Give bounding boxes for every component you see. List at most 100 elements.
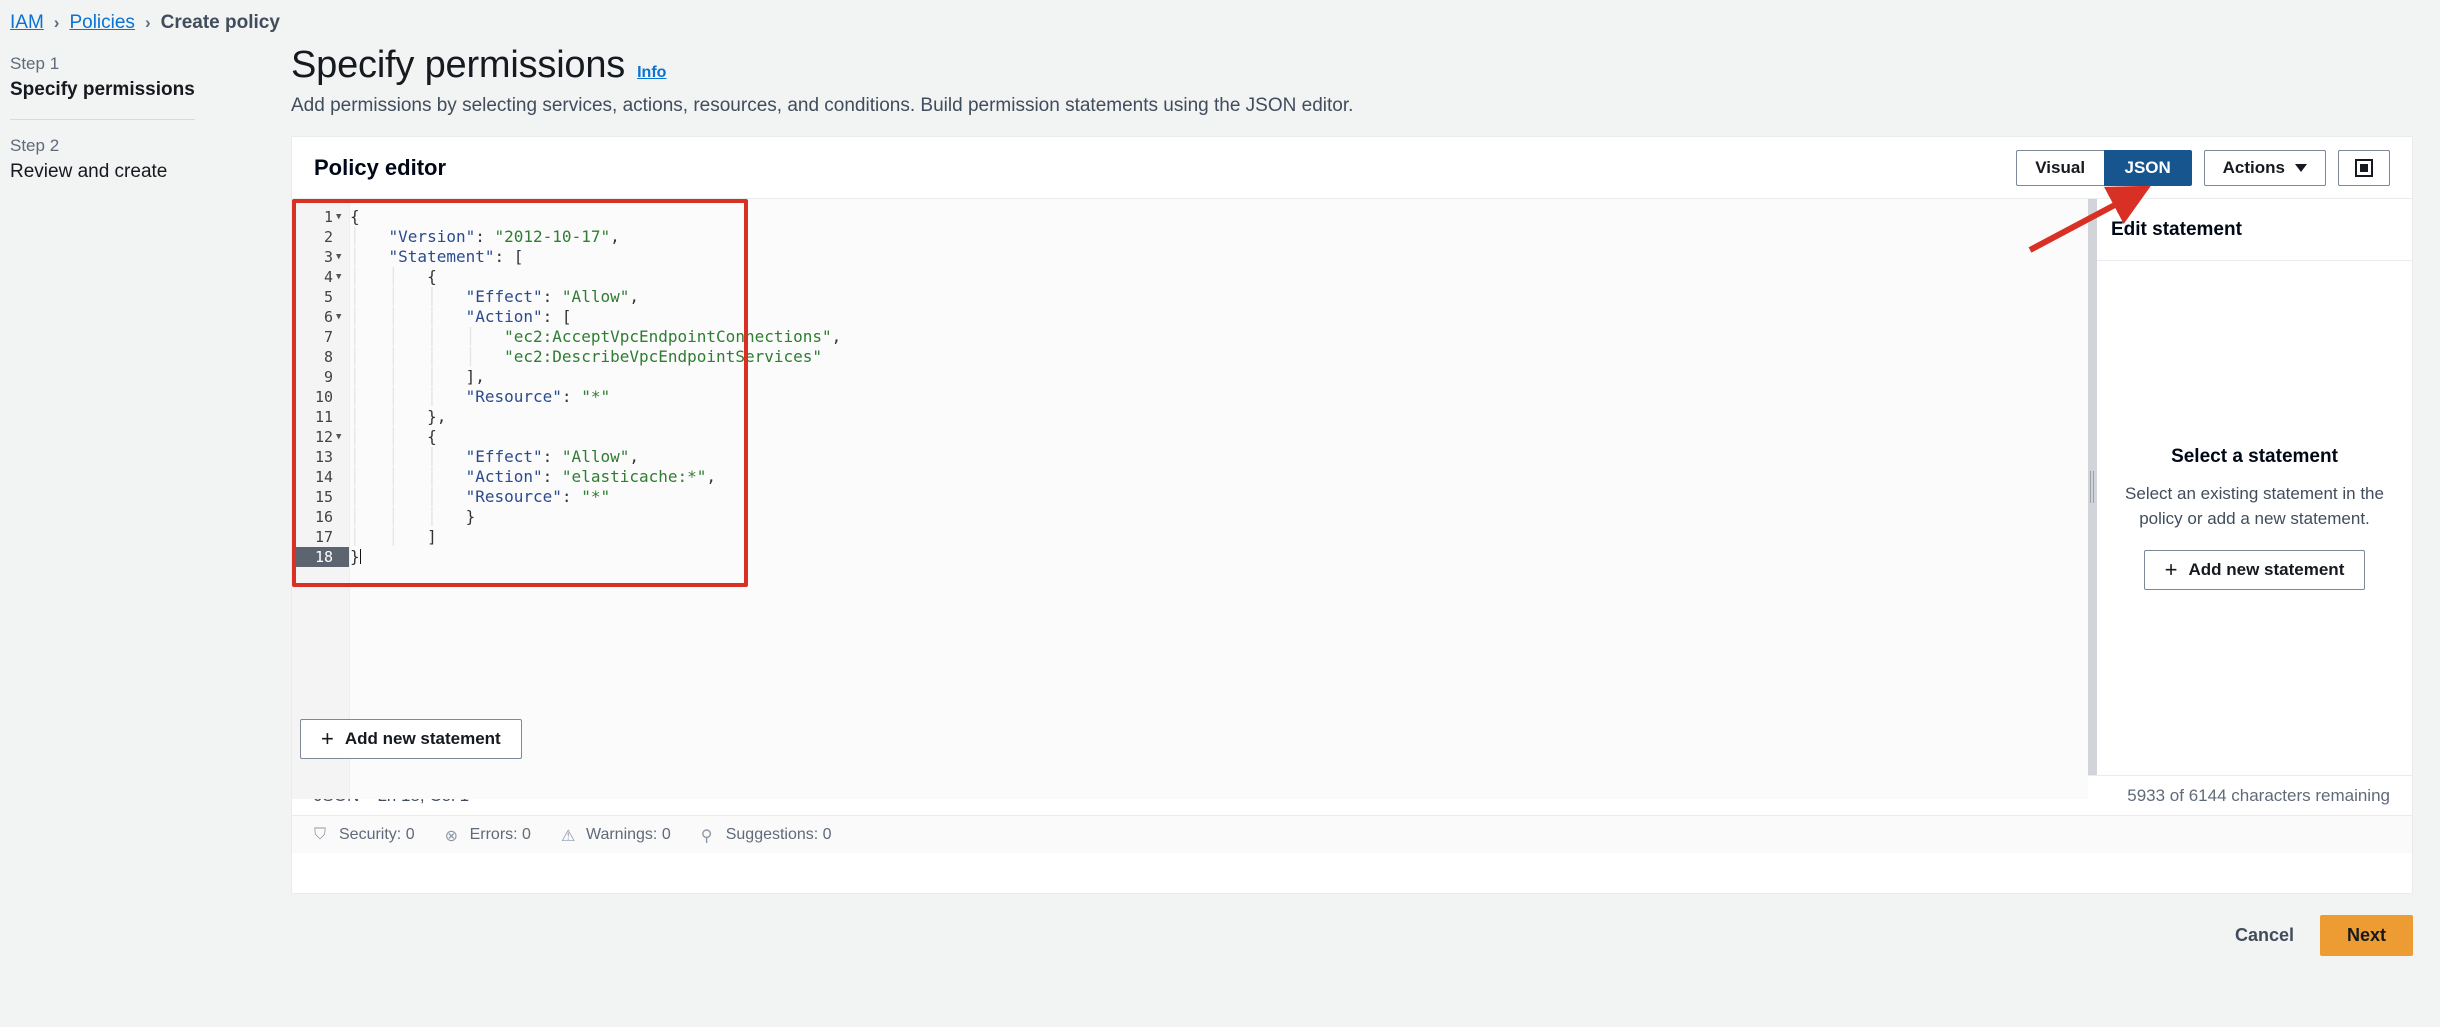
gutter-line-2[interactable]: 2 <box>292 227 349 247</box>
gutter-line-8[interactable]: 8 <box>292 347 349 367</box>
token-string: "Allow" <box>561 447 630 466</box>
gutter-line-12[interactable]: 12 <box>292 427 349 447</box>
indent-guide: │ │ <box>350 427 428 446</box>
indent-guide: │ │ │ <box>350 487 466 506</box>
code-line-16[interactable]: │ │ │ } <box>350 507 2088 527</box>
code-line-9[interactable]: │ │ │ ], <box>350 367 2088 387</box>
error-icon: ⊗ <box>444 828 458 845</box>
token-punct: { <box>427 427 437 446</box>
code-line-17[interactable]: │ │ ] <box>350 527 2088 547</box>
code-line-5[interactable]: │ │ │ "Effect": "Allow", <box>350 287 2088 307</box>
fold-triangle-icon[interactable] <box>336 253 345 262</box>
gutter-line-1[interactable]: 1 <box>292 207 349 227</box>
panel-add-new-statement-button[interactable]: + Add new statement <box>2143 549 2366 590</box>
line-number: 3 <box>323 248 333 266</box>
gutter-line-6[interactable]: 6 <box>292 307 349 327</box>
indent-guide: │ │ │ <box>350 287 466 306</box>
token-punct: , <box>629 447 639 466</box>
indent-guide: │ │ │ <box>350 307 466 326</box>
gutter-line-13[interactable]: 13 <box>292 447 349 467</box>
breadcrumb-item-iam[interactable]: IAM <box>10 12 44 34</box>
token-punct: } <box>350 547 360 566</box>
token-key: "Statement" <box>388 247 495 266</box>
fold-triangle-icon[interactable] <box>336 273 345 282</box>
line-number: 8 <box>323 348 333 366</box>
token-key: "Resource" <box>465 387 562 406</box>
next-button[interactable]: Next <box>2319 915 2413 956</box>
code-line-2[interactable]: │ "Version": "2012-10-17", <box>350 227 2088 247</box>
panel-layout-toggle-button[interactable] <box>2338 149 2390 186</box>
visual-mode-button[interactable]: Visual <box>2015 149 2104 186</box>
token-string: "*" <box>581 387 611 406</box>
indent-guide: │ │ <box>350 267 428 286</box>
line-number: 6 <box>323 308 333 326</box>
info-link[interactable]: Info <box>637 64 666 82</box>
gutter-line-17[interactable]: 17 <box>292 527 349 547</box>
fold-triangle-icon[interactable] <box>336 213 345 222</box>
token-key: "Effect" <box>465 447 543 466</box>
diagnostic-lightbulb: ⚲ Suggestions: 0 <box>701 825 832 846</box>
plus-icon: + <box>321 726 334 751</box>
code-line-1[interactable]: { <box>350 207 2088 227</box>
code-line-15[interactable]: │ │ │ "Resource": "*" <box>350 487 2088 507</box>
code-line-14[interactable]: │ │ │ "Action": "elasticache:*", <box>350 467 2088 487</box>
wizard-step-2[interactable]: Step 2 Review and create <box>10 132 265 191</box>
gutter-line-18[interactable]: 18 <box>292 547 349 567</box>
step-number: Step 2 <box>10 136 60 155</box>
token-string: "elasticache:*" <box>561 467 707 486</box>
indent-guide: │ │ │ │ <box>350 347 505 366</box>
diagnostic-label: Suggestions: 0 <box>725 825 832 843</box>
line-number: 14 <box>314 468 333 486</box>
fold-triangle-icon[interactable] <box>336 313 345 322</box>
code-line-12[interactable]: │ │ { <box>350 427 2088 447</box>
token-key: "Resource" <box>465 487 562 506</box>
code-line-18[interactable]: } <box>350 547 2088 567</box>
diagnostic-label: Warnings: 0 <box>585 825 671 843</box>
gutter-line-16[interactable]: 16 <box>292 507 349 527</box>
line-number: 5 <box>323 288 333 306</box>
line-number: 15 <box>314 488 333 506</box>
code-line-13[interactable]: │ │ │ "Effect": "Allow", <box>350 447 2088 467</box>
gutter-line-4[interactable]: 4 <box>292 267 349 287</box>
code-line-10[interactable]: │ │ │ "Resource": "*" <box>350 387 2088 407</box>
indent-guide: │ │ │ <box>350 507 466 526</box>
gutter-line-11[interactable]: 11 <box>292 407 349 427</box>
indent-guide: │ │ <box>350 407 428 426</box>
indent-guide: │ │ <box>350 527 428 546</box>
token-key: "Effect" <box>465 287 543 306</box>
code-line-11[interactable]: │ │ }, <box>350 407 2088 427</box>
indent-guide: │ │ │ │ <box>350 327 505 346</box>
chevron-down-icon <box>2295 163 2307 172</box>
token-punct: : <box>542 467 562 486</box>
actions-dropdown-button[interactable]: Actions <box>2203 149 2326 186</box>
token-punct: }, <box>427 407 447 426</box>
gutter-line-14[interactable]: 14 <box>292 467 349 487</box>
token-punct: : <box>475 227 495 246</box>
gutter-line-7[interactable]: 7 <box>292 327 349 347</box>
code-line-3[interactable]: │ "Statement": [ <box>350 247 2088 267</box>
diagnostic-warning: ⚠ Warnings: 0 <box>561 825 671 846</box>
json-mode-button[interactable]: JSON <box>2103 149 2192 186</box>
breadcrumb-item-policies[interactable]: Policies <box>69 12 134 34</box>
code-line-8[interactable]: │ │ │ │ "ec2:DescribeVpcEndpointServices… <box>350 347 2088 367</box>
code-line-7[interactable]: │ │ │ │ "ec2:AcceptVpcEndpointConnection… <box>350 327 2088 347</box>
gutter-line-9[interactable]: 9 <box>292 367 349 387</box>
token-key: "Action" <box>465 467 543 486</box>
fold-triangle-icon[interactable] <box>336 433 345 442</box>
cancel-button[interactable]: Cancel <box>2235 925 2294 946</box>
wizard-step-1[interactable]: Step 1 Specify permissions <box>10 50 265 109</box>
empty-state-text: Select an existing statement in the poli… <box>2125 484 2384 528</box>
gutter-line-10[interactable]: 10 <box>292 387 349 407</box>
code-line-4[interactable]: │ │ { <box>350 267 2088 287</box>
wizard-footer: Cancel Next <box>2235 915 2413 956</box>
add-statement-row: + Add new statement <box>292 703 2088 775</box>
line-number: 7 <box>323 328 333 346</box>
code-line-6[interactable]: │ │ │ "Action": [ <box>350 307 2088 327</box>
gutter-line-3[interactable]: 3 <box>292 247 349 267</box>
gutter-line-15[interactable]: 15 <box>292 487 349 507</box>
add-new-statement-button[interactable]: + Add new statement <box>300 719 522 759</box>
shield-icon: ⛉ <box>314 826 327 843</box>
panel-splitter[interactable] <box>2088 199 2097 775</box>
gutter-line-5[interactable]: 5 <box>292 287 349 307</box>
plus-icon: + <box>2164 556 2178 582</box>
